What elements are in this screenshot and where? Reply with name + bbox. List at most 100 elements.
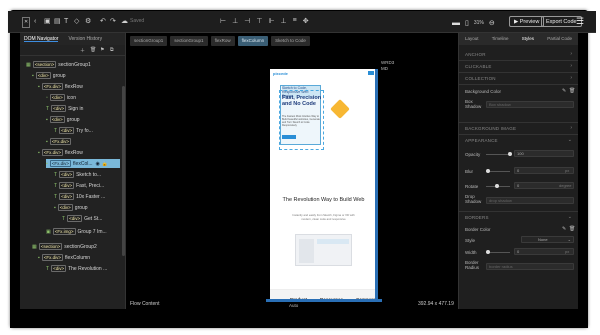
- tree-node[interactable]: ▪ <Fx.div>: [46, 137, 73, 146]
- breadcrumb-item[interactable]: Sketch to Code: [271, 36, 310, 46]
- align-left-icon[interactable]: ⊢: [220, 17, 226, 25]
- border-width-slider-knob[interactable]: [486, 250, 490, 254]
- section-anchor[interactable]: ANCHOR: [465, 52, 486, 57]
- image-icon[interactable]: ▤: [54, 17, 61, 26]
- tree-node[interactable]: ▫ <div> icon: [46, 93, 76, 102]
- tab-timeline[interactable]: Timeline: [492, 36, 509, 45]
- settings-icon[interactable]: ⚙: [85, 17, 91, 26]
- section-background-image[interactable]: BACKGROUND IMAGE: [465, 126, 516, 131]
- device-label: WRD3 MD: [381, 60, 395, 71]
- flex-icon: ▪: [38, 255, 40, 261]
- text-icon[interactable]: T: [64, 17, 68, 26]
- menu-icon[interactable]: ☰: [576, 16, 584, 27]
- trash-icon[interactable]: 🗑: [569, 226, 575, 232]
- move-icon[interactable]: ✥: [303, 17, 309, 25]
- distribute-icon[interactable]: ≡: [293, 17, 297, 25]
- section2-title: The Revolution Way to Build Web: [282, 197, 365, 203]
- tree-node[interactable]: ▣ <Fx.img> Group 7 Im...: [46, 227, 107, 236]
- tab-styles[interactable]: Styles: [522, 36, 534, 45]
- tab-layout[interactable]: Layout: [465, 36, 479, 45]
- breadcrumb-item[interactable]: sectionGroup1: [130, 36, 168, 46]
- back-icon[interactable]: ‹: [34, 17, 36, 26]
- box-shadow-input[interactable]: Box shadow: [486, 101, 574, 108]
- tree-node[interactable]: ▦ <section> sectionGroup1: [26, 60, 91, 69]
- chevron-down-icon[interactable]: ⌄: [568, 214, 572, 220]
- resize-handle-horizontal[interactable]: [266, 299, 382, 302]
- tab-partial-code[interactable]: Partial Code: [547, 36, 572, 45]
- content-type-label: Flow Content: [130, 301, 160, 307]
- design-canvas[interactable]: sectionGroup1 sectionGroup1 flexRow flex…: [126, 33, 458, 309]
- tree-node[interactable]: ▪ <div> group: [32, 71, 66, 80]
- tree-node[interactable]: T <div> Get St...: [62, 214, 102, 223]
- tree-node[interactable]: ▪ <Fx.div> flexRow: [38, 82, 83, 91]
- paint-icon[interactable]: ✎: [562, 226, 566, 232]
- opacity-input[interactable]: 100: [514, 150, 574, 157]
- blur-label: Blur: [465, 169, 474, 174]
- tree-node[interactable]: ▦ <section> sectionGroup2: [32, 242, 97, 251]
- chevron-right-icon[interactable]: ›: [570, 51, 572, 57]
- component-icon[interactable]: ◇: [74, 17, 79, 26]
- zoom-level[interactable]: 31%: [474, 20, 484, 26]
- chevron-right-icon[interactable]: ›: [570, 75, 572, 81]
- undo-icon[interactable]: ↶: [100, 17, 106, 26]
- tree-node[interactable]: T <div> Try fo...: [54, 126, 93, 135]
- breadcrumb-item-active[interactable]: flexColumn: [237, 36, 269, 46]
- align-top-icon[interactable]: ⊤: [256, 17, 262, 25]
- text-icon: T: [54, 183, 58, 189]
- tree-node[interactable]: ▪ <div> group: [46, 115, 80, 124]
- section-appearance[interactable]: APPEARANCE: [465, 138, 498, 143]
- tree-node[interactable]: ▪ <div> group: [54, 203, 88, 212]
- paint-icon[interactable]: ✎: [562, 88, 566, 94]
- delete-icon[interactable]: 🗑: [90, 47, 96, 53]
- redo-icon[interactable]: ↷: [110, 17, 116, 26]
- tree-node[interactable]: T <div> The Revolution ...: [46, 264, 107, 273]
- tree-node[interactable]: T <div> 10x Faster ...: [54, 192, 105, 201]
- chevron-right-icon[interactable]: ›: [570, 63, 572, 69]
- flex-icon: ▪: [46, 161, 48, 167]
- tree-node-selected[interactable]: ▪ <Fx.div> flexCol... ◉ 🔒: [46, 159, 120, 168]
- trash-icon[interactable]: 🗑: [569, 88, 575, 94]
- rotate-slider-knob[interactable]: [495, 184, 499, 188]
- image-icon: ▣: [46, 229, 51, 235]
- tree-node[interactable]: T <div> Sign in: [46, 104, 83, 113]
- drop-shadow-input[interactable]: drop shadow: [486, 197, 574, 204]
- tree-node[interactable]: T <div> Sketch to...: [54, 170, 101, 179]
- chevron-right-icon[interactable]: ›: [570, 125, 572, 131]
- flex-icon: ▪: [46, 139, 48, 145]
- border-radius-input[interactable]: border radius: [486, 263, 574, 270]
- tree-scrollbar[interactable]: [122, 86, 125, 256]
- zoom-out-icon[interactable]: ⊖: [489, 19, 495, 27]
- chevron-down-icon[interactable]: ⌄: [568, 137, 572, 143]
- blur-slider-knob[interactable]: [486, 169, 490, 173]
- tree-icon[interactable]: ⧉: [110, 47, 114, 53]
- breadcrumb-item[interactable]: sectionGroup1: [170, 36, 208, 46]
- section-clickable[interactable]: CLICKABLE: [465, 64, 492, 69]
- align-center-icon[interactable]: ⊥: [232, 17, 238, 25]
- close-icon[interactable]: ✕: [22, 17, 31, 28]
- eye-icon[interactable]: ◉: [96, 161, 100, 167]
- tab-dom-navigator[interactable]: DOM Navigator: [24, 36, 59, 42]
- breadcrumb-item[interactable]: flexRow: [210, 36, 235, 46]
- border-style-select[interactable]: None ⌄: [521, 236, 574, 243]
- align-middle-icon[interactable]: ⊩: [268, 17, 274, 25]
- opacity-slider[interactable]: [486, 154, 510, 155]
- selection-outline[interactable]: [279, 90, 324, 150]
- opacity-slider-knob[interactable]: [508, 152, 512, 156]
- box-shadow-label: Box Shadow: [465, 99, 482, 109]
- add-icon[interactable]: ＋: [80, 47, 85, 54]
- resize-handle-vertical[interactable]: [375, 69, 378, 302]
- tree-node[interactable]: T <div> Fast, Preci...: [54, 181, 104, 190]
- flag-icon[interactable]: ⚑: [100, 47, 104, 53]
- align-right-icon[interactable]: ⊣: [244, 17, 250, 25]
- layout-icon[interactable]: ▣: [44, 17, 51, 26]
- section-borders[interactable]: BORDERS: [465, 215, 489, 220]
- desktop-icon[interactable]: ▬: [452, 18, 460, 27]
- section-collection[interactable]: COLLECTION: [465, 76, 496, 81]
- mobile-icon[interactable]: ▯: [465, 19, 469, 27]
- tree-node[interactable]: ▪ <Fx.div> flexColumn: [38, 253, 90, 262]
- tree-node[interactable]: ▪ <Fx.div> flexRow: [38, 148, 83, 157]
- preview-button[interactable]: ▶ Preview: [509, 16, 545, 27]
- align-bottom-icon[interactable]: ⊥: [281, 17, 287, 25]
- tab-version-history[interactable]: Version History: [68, 36, 102, 42]
- lock-icon[interactable]: 🔒: [102, 161, 108, 167]
